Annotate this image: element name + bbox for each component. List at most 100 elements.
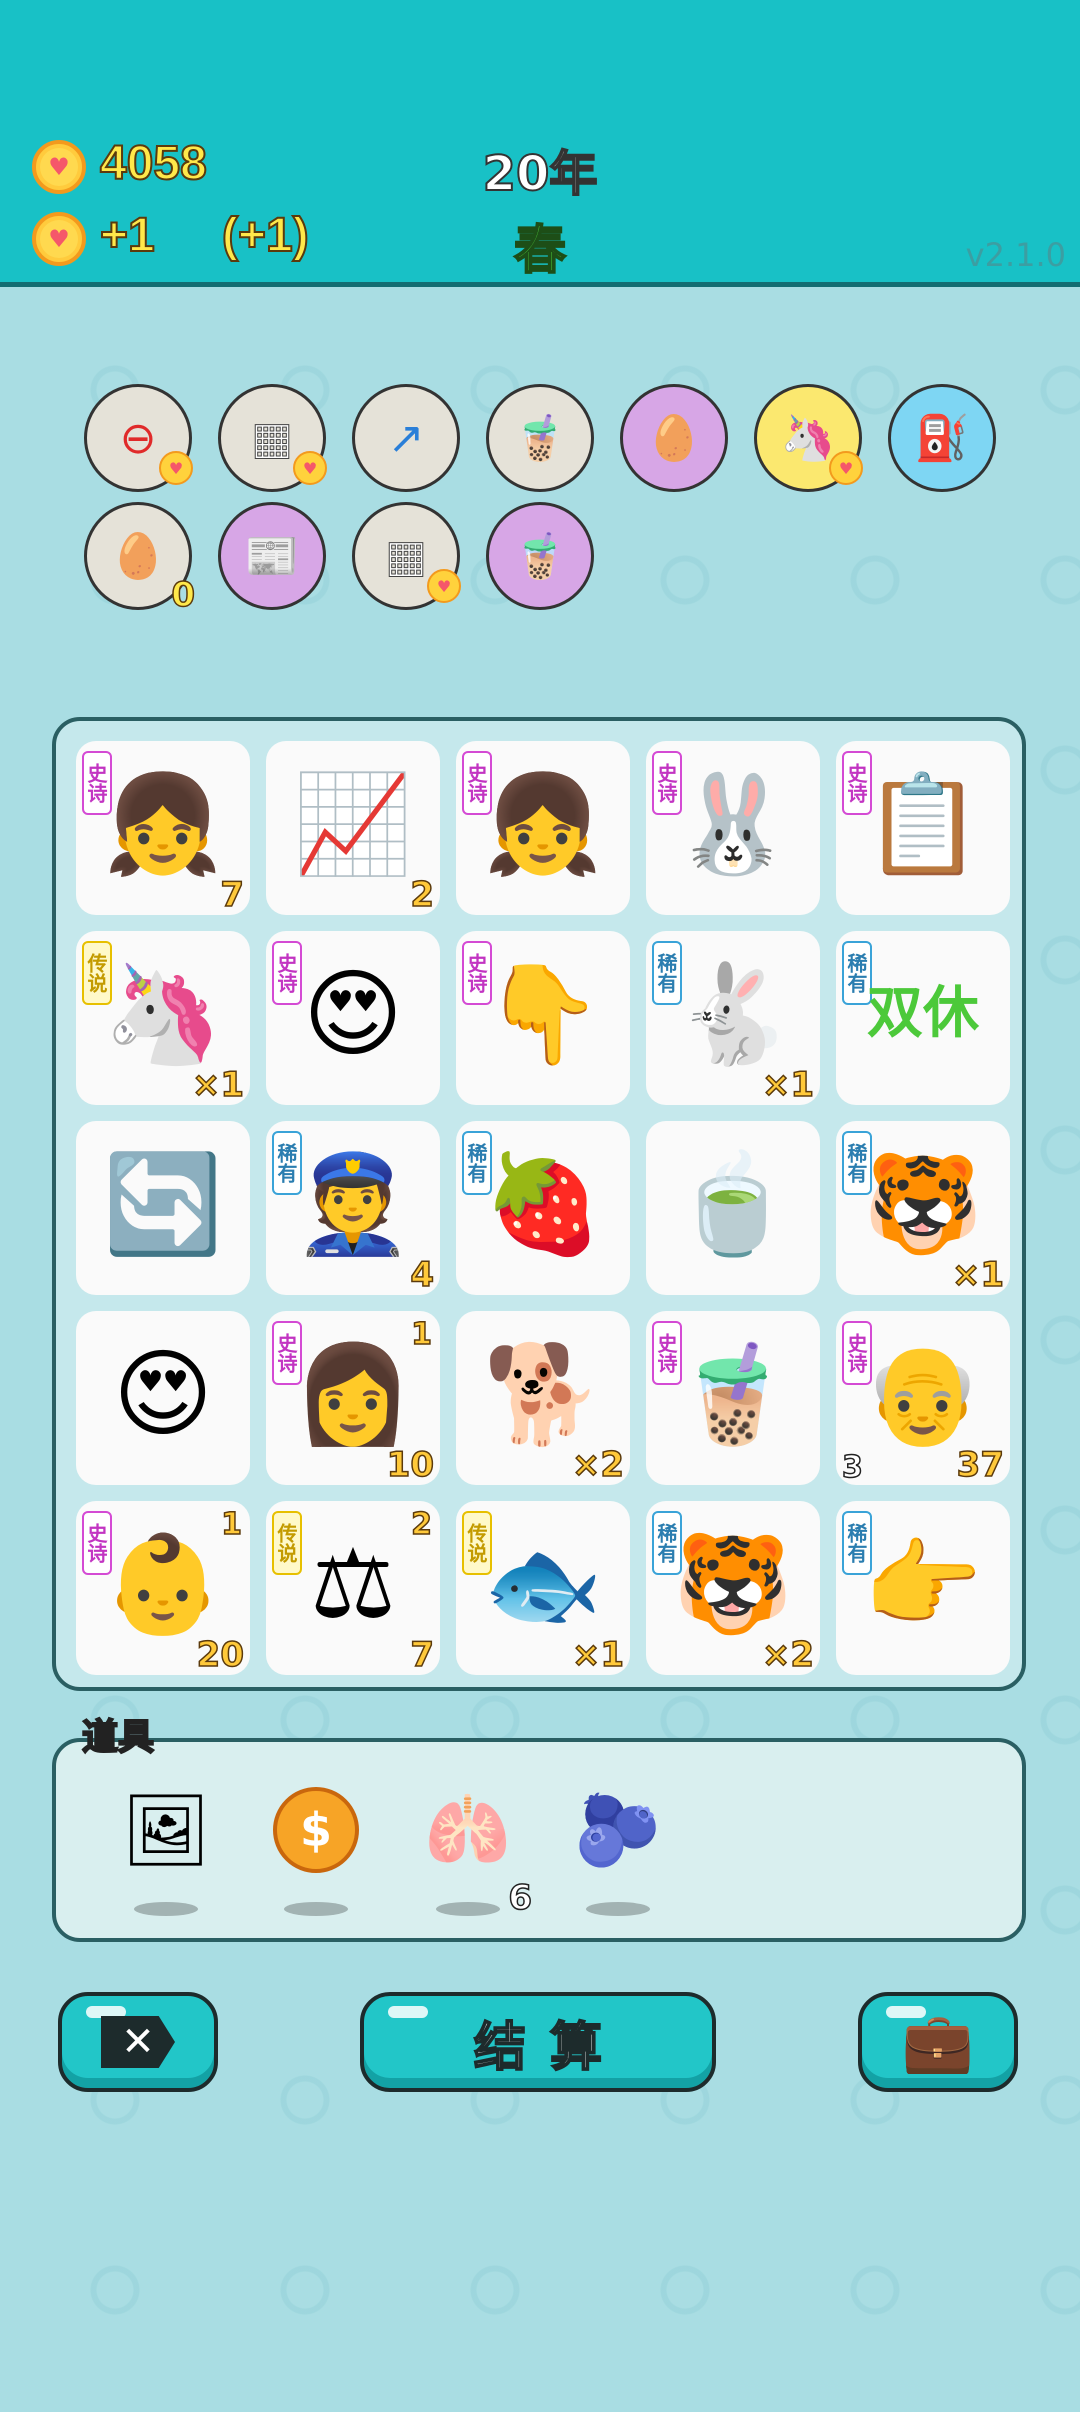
board-cell[interactable]: 🍵 bbox=[646, 1121, 820, 1295]
symbol-icon: 🧋 bbox=[673, 1338, 793, 1450]
symbol-icon: 🐕 bbox=[483, 1338, 603, 1450]
year-label: 20年 bbox=[482, 145, 599, 203]
income-coin-icon: ♥ bbox=[32, 212, 86, 266]
symbol-icon: 🐯 bbox=[863, 1148, 983, 1260]
cell-counter: ×1 bbox=[191, 1064, 245, 1106]
settle-button[interactable]: 结算 bbox=[360, 1992, 716, 2092]
symbol-icon: 🍵 bbox=[673, 1148, 793, 1260]
symbol-icon: 双休 bbox=[867, 981, 979, 1046]
symbol-bubble-tea-icon[interactable]: 🧋 bbox=[486, 384, 594, 492]
income-bonus: (+1) bbox=[221, 208, 310, 263]
cell-counter: 2 bbox=[410, 1506, 432, 1543]
cell-counter: ×1 bbox=[571, 1634, 625, 1676]
cell-counter: 10 bbox=[386, 1444, 435, 1486]
board-cell[interactable]: 史诗 👶 20 1 bbox=[76, 1501, 250, 1676]
version-label: v2.1.0 bbox=[965, 236, 1066, 274]
item-shadow bbox=[284, 1902, 348, 1916]
board-cell[interactable]: 稀有 🐇 ×1 bbox=[646, 931, 820, 1106]
cell-counter: 7 bbox=[410, 1634, 435, 1676]
symbol-icon: 🍓 bbox=[483, 1148, 603, 1260]
coin-item-icon[interactable]: $ bbox=[266, 1780, 366, 1880]
cell-counter: 37 bbox=[956, 1444, 1005, 1486]
board-cell[interactable]: 史诗 😍 bbox=[266, 931, 440, 1105]
season-label: 春 bbox=[513, 220, 567, 282]
items-panel: 🖼 $ 🫁 6 🫐 bbox=[52, 1738, 1026, 1942]
settle-button-label: 结算 bbox=[473, 2017, 626, 2079]
item-shadow bbox=[436, 1902, 500, 1916]
symbol-icon: 👴 bbox=[863, 1338, 983, 1450]
symbol-icon: 🦄 bbox=[103, 958, 223, 1070]
cell-counter: 1 bbox=[220, 1506, 242, 1543]
board-cell[interactable]: 史诗 👧 bbox=[456, 741, 630, 915]
cell-counter: ×1 bbox=[761, 1064, 815, 1106]
symbol-icon: 😍 bbox=[112, 1338, 214, 1450]
board-cell[interactable]: 传说 🐟 ×1 bbox=[456, 1501, 630, 1676]
blueberry-item-icon[interactable]: 🫐 bbox=[568, 1780, 668, 1880]
board-cell[interactable]: 稀有 👮 4 bbox=[266, 1121, 440, 1296]
symbol-icon: 📈 bbox=[293, 768, 413, 880]
symbol-egg-tray-icon[interactable]: 🥚 0 bbox=[84, 502, 196, 616]
board-cell[interactable]: 传说 ⚖ 7 2 bbox=[266, 1501, 440, 1676]
board-cell[interactable]: 传说 🦄 ×1 bbox=[76, 931, 250, 1106]
item-shadow bbox=[134, 1902, 198, 1916]
board-cell[interactable]: 😍 bbox=[76, 1311, 250, 1485]
symbol-icon: 🐇 bbox=[673, 958, 793, 1070]
board-cell[interactable]: 史诗 🧋 bbox=[646, 1311, 820, 1485]
item-shadow bbox=[586, 1902, 650, 1916]
board-cell[interactable]: 史诗 📋 bbox=[836, 741, 1010, 915]
coin-icon: ♥ bbox=[32, 140, 86, 194]
symbol-icon: 📋 bbox=[863, 768, 983, 880]
top-status-bar: ♥ 4058 ♥ +1 (+1) 20年 春 v2.1.0 bbox=[0, 0, 1080, 287]
board-cell[interactable]: 史诗 👇 bbox=[456, 931, 630, 1105]
symbol-icon: 👮 bbox=[293, 1148, 413, 1260]
cell-counter: 1 bbox=[410, 1316, 432, 1353]
income-value: +1 bbox=[99, 208, 156, 263]
symbol-icon: 👧 bbox=[103, 768, 223, 880]
symbol-minus-icon[interactable]: ⊖ ♥ bbox=[84, 384, 193, 492]
board-cell[interactable]: 史诗 🐰 bbox=[646, 741, 820, 915]
cell-counter: ×2 bbox=[761, 1634, 815, 1676]
board-cell[interactable]: 史诗 👴 37 3 bbox=[836, 1311, 1010, 1486]
symbol-icon: 🐟 bbox=[483, 1528, 603, 1640]
symbol-sugar-cubes-2-icon[interactable]: ▦ ♥ bbox=[352, 502, 461, 610]
symbol-egg-face-icon[interactable]: 🥚 bbox=[620, 384, 728, 492]
board-cell[interactable]: 稀有 👉 bbox=[836, 1501, 1010, 1675]
board-cell[interactable]: 🐕 ×2 bbox=[456, 1311, 630, 1486]
symbol-time-magazine-icon[interactable]: 📰 bbox=[218, 502, 326, 610]
board-cell[interactable]: 稀有 🐯 ×1 bbox=[836, 1121, 1010, 1296]
slot-board: 史诗 👧 7 📈 2 史诗 👧 史诗 🐰 史诗 📋 传说 🦄 ×1 史诗 😍 史诗 👇 稀有 🐇 ×1 稀有 双休 🔄 稀有 👮 4… bbox=[52, 717, 1026, 1691]
cell-counter: 20 bbox=[196, 1634, 245, 1676]
board-cell[interactable]: 稀有 🐯 ×2 bbox=[646, 1501, 820, 1676]
skip-button[interactable]: ✕ bbox=[58, 1992, 218, 2092]
cell-counter: 7 bbox=[220, 874, 245, 916]
symbol-icon: 😍 bbox=[302, 958, 404, 1070]
symbol-icon: 🐰 bbox=[673, 768, 793, 880]
cell-counter: 3 bbox=[841, 1449, 863, 1486]
cell-counter: 2 bbox=[410, 874, 435, 916]
board-cell[interactable]: 🔄 bbox=[76, 1121, 250, 1295]
symbol-icon: 🔄 bbox=[103, 1148, 223, 1260]
items-panel-title: 道具 bbox=[81, 1716, 155, 1759]
symbol-icon: 🐯 bbox=[673, 1528, 793, 1640]
board-cell[interactable]: 史诗 👩 10 1 bbox=[266, 1311, 440, 1486]
skip-icon: ✕ bbox=[101, 2016, 175, 2068]
coin-total: 4058 bbox=[99, 136, 208, 191]
symbol-sugar-cubes-icon[interactable]: ▦ ♥ bbox=[218, 384, 327, 492]
symbol-icon: 👧 bbox=[483, 768, 603, 880]
cell-counter: 4 bbox=[410, 1254, 435, 1296]
symbol-pump-icon[interactable]: ⛽ bbox=[888, 384, 996, 492]
symbol-icon: 👉 bbox=[863, 1528, 983, 1640]
liver-item-icon[interactable]: 🫁 6 bbox=[418, 1780, 532, 1919]
symbol-arrow-icon[interactable]: ↗ bbox=[352, 384, 460, 492]
inventory-button[interactable]: 💼 bbox=[858, 1992, 1018, 2092]
frame-item-icon[interactable]: 🖼 bbox=[116, 1780, 216, 1880]
symbol-icon: 👇 bbox=[483, 958, 603, 1070]
symbol-boba-100-icon[interactable]: 🧋 bbox=[486, 502, 594, 610]
board-cell[interactable]: 稀有 🍓 bbox=[456, 1121, 630, 1295]
cell-counter: ×2 bbox=[571, 1444, 625, 1486]
board-cell[interactable]: 稀有 双休 bbox=[836, 931, 1010, 1105]
symbol-unicorn-icon[interactable]: 🦄 ♥ bbox=[754, 384, 863, 492]
cell-counter: ×1 bbox=[951, 1254, 1005, 1296]
board-cell[interactable]: 史诗 👧 7 bbox=[76, 741, 250, 916]
board-cell[interactable]: 📈 2 bbox=[266, 741, 440, 916]
